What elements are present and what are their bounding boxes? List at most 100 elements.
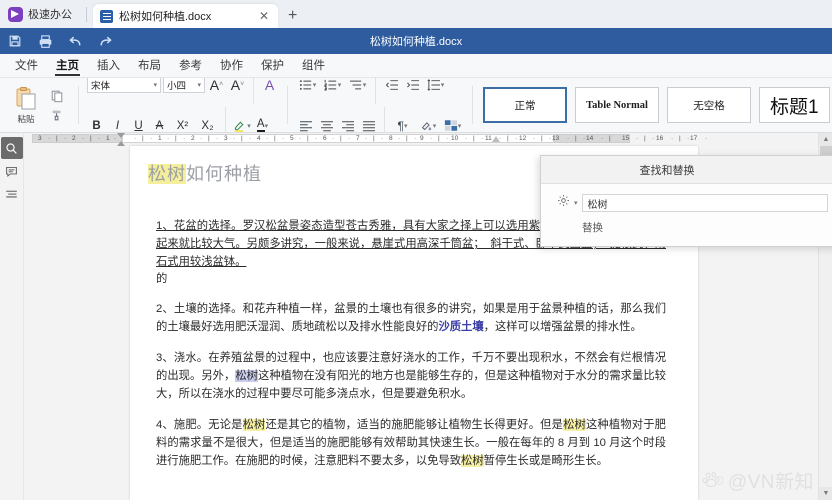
chevron-down-icon: ▾ — [153, 81, 157, 89]
menu-item-insert[interactable]: 插入 — [88, 54, 129, 78]
italic-label: I — [115, 119, 120, 132]
align-left-icon[interactable] — [296, 116, 315, 132]
bold-button[interactable]: B — [87, 116, 106, 132]
p4-seg-3: 松树 — [563, 419, 586, 431]
multilevel-list-icon[interactable]: ▾ — [346, 78, 369, 94]
style-no-spacing[interactable]: 无空格 — [667, 87, 751, 123]
menu-item-layout[interactable]: 布局 — [129, 54, 170, 78]
strikethrough-button[interactable]: A — [150, 116, 169, 132]
ribbon-separator — [375, 78, 376, 104]
close-icon[interactable]: ✕ — [257, 10, 271, 22]
gear-icon[interactable] — [557, 194, 570, 212]
dialog-titlebar: 查找和替换 — [541, 156, 832, 184]
format-painter-icon[interactable] — [48, 105, 67, 124]
scroll-up-button[interactable]: ▲ — [819, 133, 832, 146]
underline-label: U — [134, 119, 143, 132]
scroll-down-button[interactable]: ▼ — [819, 487, 832, 500]
print-button[interactable] — [30, 28, 60, 54]
replace-link[interactable]: 替换 — [582, 220, 832, 235]
line-spacing-icon[interactable]: ▾ — [424, 78, 447, 94]
tab-divider — [86, 7, 87, 22]
style-table-normal[interactable]: Table Normal — [575, 87, 659, 123]
shrink-font-button[interactable]: A ˅ — [228, 78, 247, 94]
p4-seg-6: 暂停生长或是畸形生长。 — [483, 455, 608, 467]
paragraph-1-overflow: 的 — [156, 273, 168, 285]
align-center-icon[interactable] — [317, 116, 336, 132]
align-justify-icon[interactable] — [359, 116, 378, 132]
font-color-button[interactable]: A ▾ — [253, 116, 272, 132]
style-heading-1[interactable]: 标题1 — [759, 87, 830, 123]
shading-icon[interactable]: ▾ — [416, 116, 439, 132]
increase-indent-icon[interactable] — [403, 78, 422, 94]
ribbon-separator — [472, 86, 473, 124]
redo-button[interactable] — [90, 28, 120, 54]
show-marks-icon[interactable]: ¶ ▾ — [391, 116, 414, 133]
comment-icon[interactable] — [1, 160, 23, 182]
bullet-list-icon[interactable]: ▾ — [296, 78, 319, 94]
undo-button[interactable] — [60, 28, 90, 54]
borders-icon[interactable]: ▾ — [441, 116, 464, 132]
clear-formatting-button[interactable]: A — [260, 78, 279, 94]
menu-bar: 文件 主页 插入 布局 参考 协作 保护 组件 — [0, 54, 832, 78]
app-brand-label: 极速办公 — [28, 9, 72, 21]
ribbon-separator — [78, 86, 79, 124]
highlight-pen-icon[interactable]: ▾ — [232, 116, 251, 132]
underline-button[interactable]: U — [129, 116, 148, 132]
menu-item-reference[interactable]: 参考 — [170, 54, 211, 78]
p2-post: ，这样可以增强盆景的排水性。 — [483, 321, 642, 333]
font-size-select[interactable]: 小四 ▾ — [163, 78, 205, 93]
find-replace-dialog[interactable]: 查找和替换 ▾ 松树 替换 — [540, 155, 832, 247]
grow-font-button[interactable]: A ˄ — [207, 78, 226, 94]
save-button[interactable] — [0, 28, 30, 54]
align-right-icon[interactable] — [338, 116, 357, 132]
ribbon-separator — [384, 106, 385, 132]
font-size-value: 小四 — [167, 80, 187, 92]
search-input[interactable]: 松树 — [581, 194, 828, 212]
font-name-select[interactable]: 宋体 ▾ — [87, 78, 161, 93]
search-icon[interactable] — [0, 137, 23, 159]
strike-label: A — [155, 119, 164, 132]
font-group: 宋体 ▾ 小四 ▾ A ˄ A ˅ A B I U A X² X₂ ▾ A ▾ — [83, 78, 283, 132]
horizontal-ruler[interactable]: 3 · | · 2 · | · 1 · · | · 1 · | · 2 · | · 3 · | · 4 · | · 5 · |… — [24, 133, 818, 146]
search-input-value: 松树 — [587, 199, 608, 211]
italic-button[interactable]: I — [108, 116, 127, 132]
menu-item-protect[interactable]: 保护 — [252, 54, 293, 78]
document-tab-label: 松树如何种植.docx — [119, 11, 212, 23]
clipboard-group: 粘贴 — [4, 78, 74, 132]
paragraph-4: 4、施肥。无论是松树还是其它的植物，适当的施肥能够让植物生长得更好。但是松树这种… — [156, 416, 666, 470]
bold-label: B — [92, 119, 101, 132]
hanging-indent-marker[interactable] — [117, 141, 125, 146]
subscript-button[interactable]: X₂ — [196, 116, 219, 132]
p4-seg-2: 还是其它的植物，适当的施肥能够让植物生长得更好。但是 — [265, 419, 564, 431]
superscript-button[interactable]: X² — [171, 116, 194, 132]
clear-format-label: A — [264, 78, 275, 93]
p2-emphasis: 沙质土壤 — [438, 321, 484, 333]
style-normal[interactable]: 正常 — [483, 87, 567, 123]
menu-item-components[interactable]: 组件 — [293, 54, 334, 78]
menu-item-file[interactable]: 文件 — [6, 54, 47, 78]
new-tab-button[interactable]: + — [278, 4, 307, 28]
paragraph-2: 2、土壤的选择。和花卉种植一样，盆景的土壤也有很多的讲究，如果是用于盆景种植的话… — [156, 300, 666, 336]
style-gallery: 正常 Table Normal 无空格 标题1 — [477, 87, 830, 123]
dialog-title: 查找和替换 — [639, 164, 695, 177]
chevron-down-icon[interactable]: ▾ — [574, 199, 578, 207]
menu-item-collaborate[interactable]: 协作 — [211, 54, 252, 78]
numbered-list-icon[interactable]: ▾ — [321, 78, 344, 94]
decrease-indent-icon[interactable] — [382, 78, 401, 94]
ribbon-separator — [287, 86, 288, 124]
window-title: 松树如何种植.docx — [369, 36, 463, 48]
first-line-indent-marker[interactable] — [117, 133, 125, 138]
outline-icon[interactable] — [1, 183, 23, 205]
menu-item-home[interactable]: 主页 — [47, 54, 88, 78]
grow-font-label: A — [209, 78, 220, 93]
heading-highlighted-term: 松树 — [148, 164, 186, 184]
quick-access-toolbar: 松树如何种植.docx — [0, 28, 832, 54]
paste-button[interactable]: 粘贴 — [8, 79, 44, 131]
shrink-font-label: A — [230, 78, 241, 93]
dialog-body: ▾ 松树 替换 — [541, 184, 832, 235]
copy-icon[interactable] — [48, 86, 67, 105]
right-indent-marker[interactable] — [492, 136, 500, 142]
document-tab[interactable]: 松树如何种植.docx ✕ — [93, 4, 278, 28]
app-brand: 极速办公 — [0, 0, 86, 28]
font-name-value: 宋体 — [91, 80, 111, 92]
